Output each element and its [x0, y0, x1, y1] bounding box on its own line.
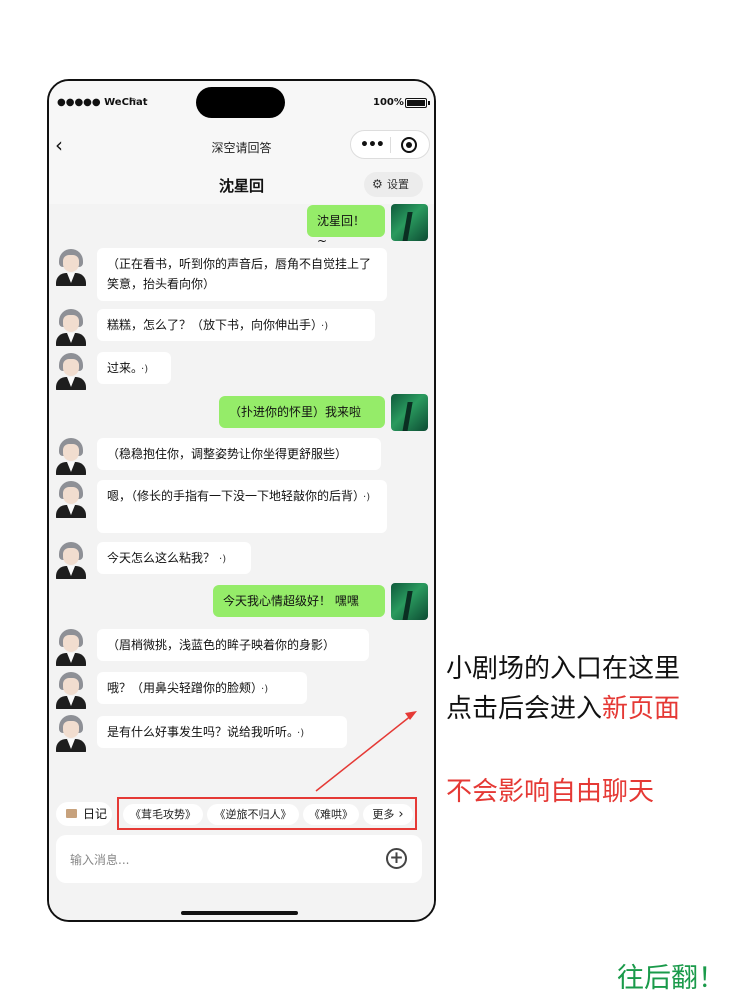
annotation-line-1: 小剧场的入口在这里: [446, 654, 681, 684]
annotation-footer: 往后翻！: [617, 963, 725, 994]
annotation-line-2: 点击后会进入新页面: [446, 688, 680, 730]
annotation-line-2-text: 点击后会进入: [446, 694, 603, 724]
annotation-highlight: 新页面: [602, 694, 681, 724]
annotation-arrow: [315, 711, 417, 792]
annotation-line-3: 不会影响自由聊天: [446, 777, 655, 807]
